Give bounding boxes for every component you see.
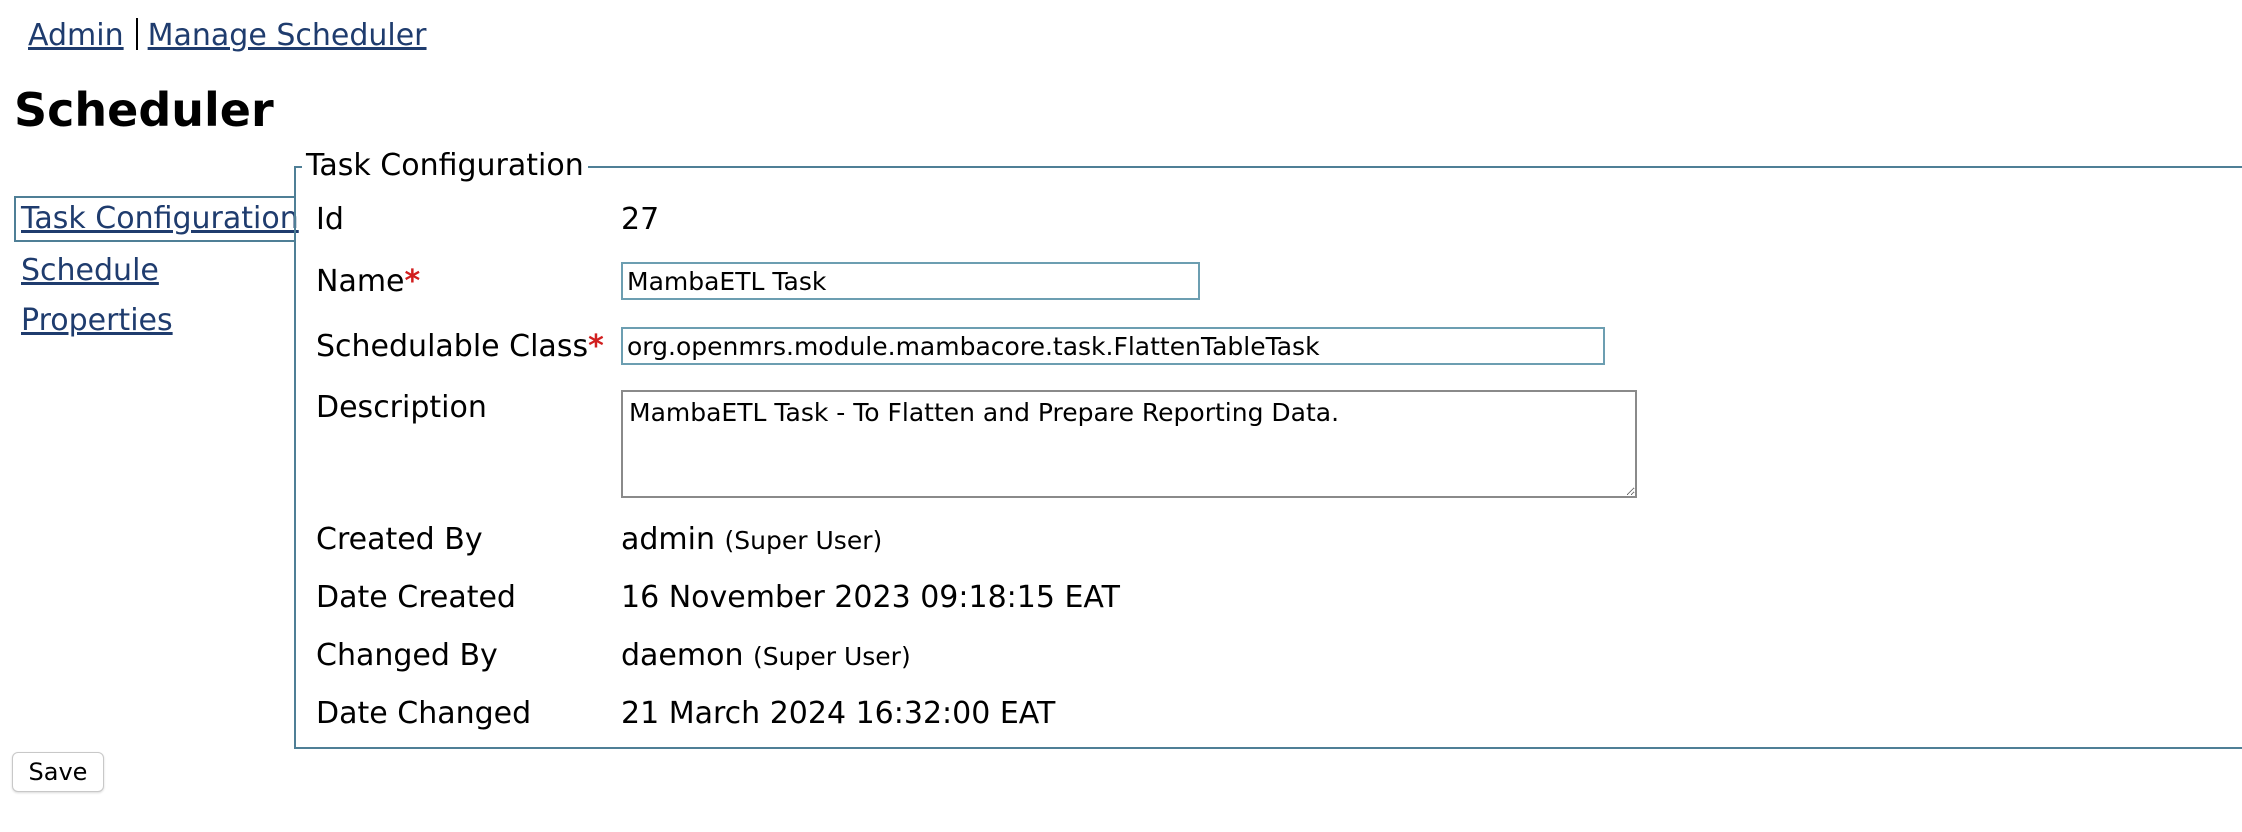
date-created-value: 16 November 2023 09:18:15 EAT: [621, 580, 1120, 615]
changed-by-role: (Super User): [753, 642, 911, 671]
page: Admin Manage Scheduler Scheduler Task Con…: [0, 0, 2242, 832]
side-nav-schedule[interactable]: Schedule: [14, 250, 294, 292]
save-button[interactable]: Save: [12, 752, 104, 792]
description-textarea[interactable]: MambaETL Task - To Flatten and Prepare R…: [621, 390, 1637, 498]
name-required-marker: *: [404, 264, 421, 299]
description-label: Description: [316, 390, 487, 425]
date-changed-value: 21 March 2024 16:32:00 EAT: [621, 696, 1056, 731]
panel-legend: Task Configuration: [302, 146, 588, 186]
created-by-value: admin (Super User): [621, 520, 882, 561]
schedulable-class-required-marker: *: [588, 329, 604, 364]
date-changed-label: Date Changed: [316, 696, 532, 731]
schedulable-class-label: Schedulable Class*: [316, 327, 604, 367]
changed-by-user: daemon: [621, 638, 744, 673]
name-label: Name*: [316, 262, 420, 302]
changed-by-label: Changed By: [316, 638, 498, 673]
task-configuration-panel: Task Configuration Id 27 Name* Schedulab…: [294, 146, 2242, 749]
side-nav-properties[interactable]: Properties: [14, 300, 294, 342]
breadcrumb-separator: [135, 18, 138, 50]
changed-by-value: daemon (Super User): [621, 636, 911, 677]
id-label: Id: [316, 202, 344, 237]
breadcrumb-manage-scheduler-link[interactable]: Manage Scheduler: [148, 18, 427, 53]
breadcrumb: Admin Manage Scheduler: [28, 16, 427, 56]
id-value: 27: [621, 202, 660, 237]
name-label-text: Name: [316, 264, 405, 299]
schedulable-class-label-text: Schedulable Class: [316, 329, 589, 364]
page-title: Scheduler: [14, 83, 274, 137]
schedulable-class-input[interactable]: [621, 327, 1605, 365]
side-nav: Task Configuration Schedule Properties: [14, 196, 299, 350]
breadcrumb-admin-link[interactable]: Admin: [28, 18, 124, 53]
created-by-label: Created By: [316, 522, 483, 557]
created-by-role: (Super User): [724, 526, 883, 555]
side-nav-task-configuration[interactable]: Task Configuration: [14, 196, 299, 242]
created-by-user: admin: [621, 522, 715, 557]
name-input[interactable]: [621, 262, 1200, 300]
date-created-label: Date Created: [316, 580, 516, 615]
